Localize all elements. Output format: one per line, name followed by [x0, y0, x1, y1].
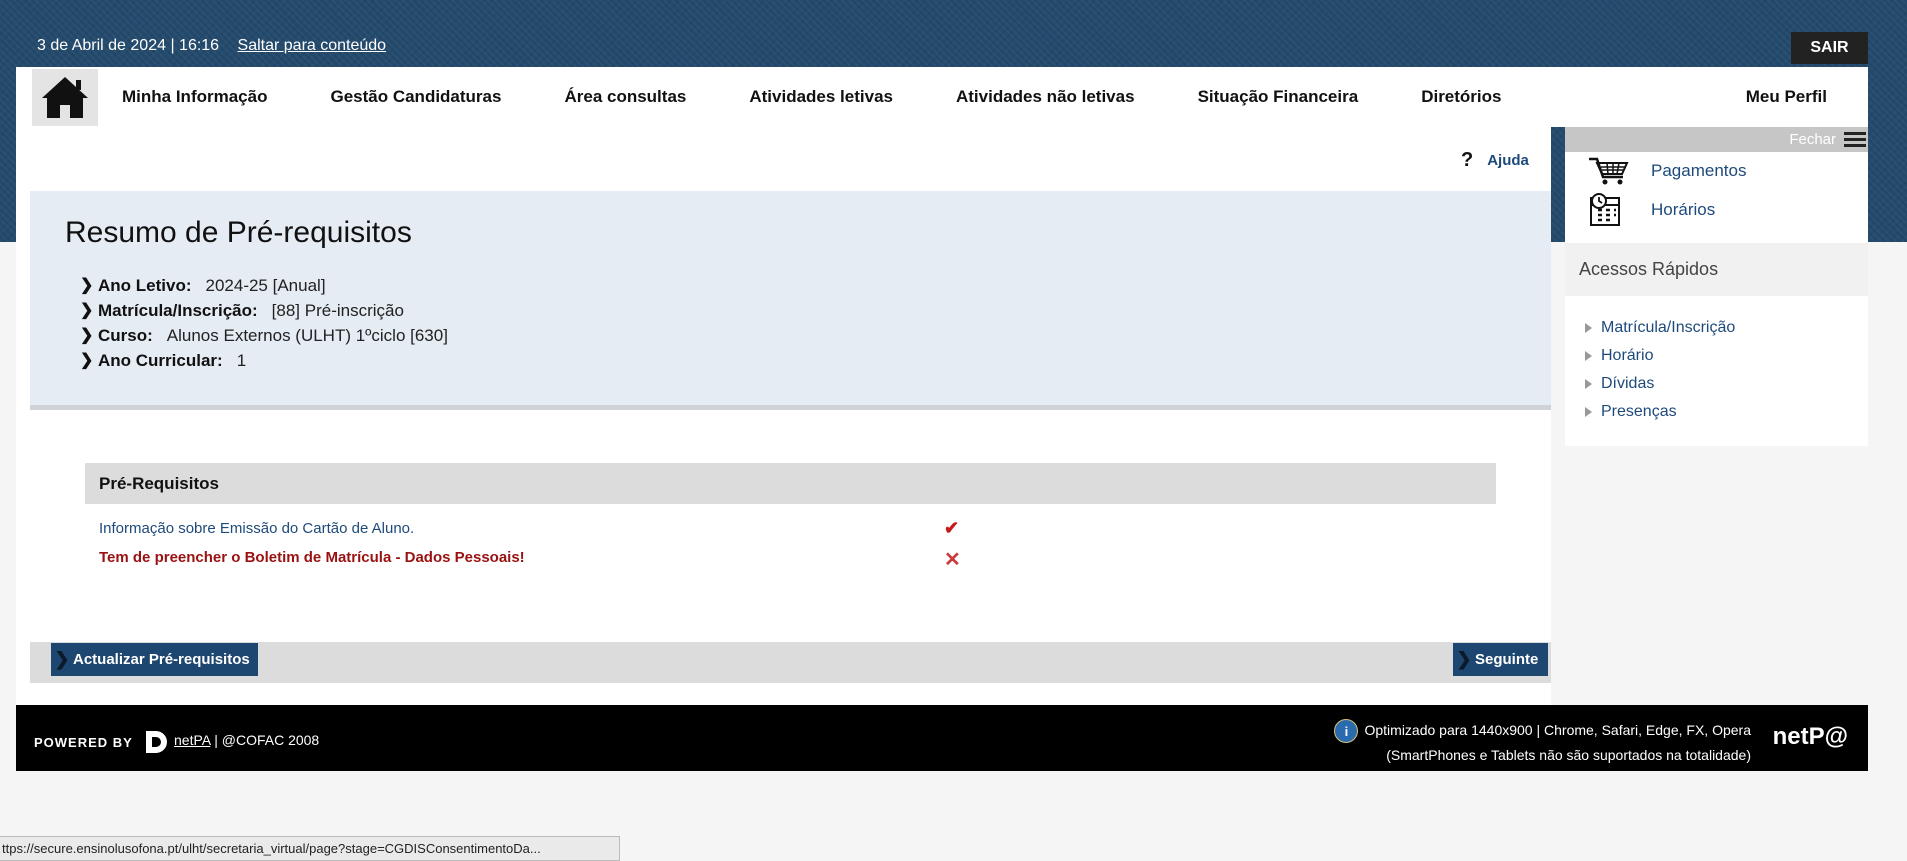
prereq-boletim-matricula[interactable]: Tem de preencher o Boletim de Matrícula …	[99, 549, 525, 566]
help-label: Ajuda	[1487, 152, 1529, 169]
main-nav: Minha Informação Gestão Candidaturas Áre…	[16, 67, 1868, 127]
field-value: [88] Pré-inscrição	[271, 301, 404, 320]
home-button[interactable]	[32, 68, 98, 126]
next-button[interactable]: ❯ Seguinte	[1453, 643, 1548, 676]
side-link-horarios[interactable]: Horários	[1651, 200, 1715, 220]
help-link[interactable]: ? Ajuda	[1461, 149, 1529, 172]
optimized-text: Optimizado para 1440x900 | Chrome, Safar…	[1364, 722, 1751, 738]
summary-fields: ❯ Ano Letivo: 2024-25 [Anual] ❯ Matrícul…	[80, 273, 448, 373]
topbar-info: 3 de Abril de 2024 | 16:16 Saltar para c…	[37, 37, 386, 55]
triangle-right-icon	[1585, 351, 1593, 361]
netpa-logo: netP@	[1772, 723, 1848, 750]
refresh-prereqs-button[interactable]: ❯ Actualizar Pré-requisitos	[51, 643, 258, 676]
field-matricula: ❯ Matrícula/Inscrição: [88] Pré-inscriçã…	[80, 298, 448, 323]
browser-status-url: ttps://secure.ensinolusofona.pt/ulht/sec…	[0, 836, 620, 861]
side-link-pagamentos[interactable]: Pagamentos	[1651, 161, 1746, 181]
field-label: Ano Letivo:	[98, 276, 192, 295]
triangle-right-icon	[1585, 323, 1593, 333]
cart-icon	[1589, 157, 1629, 185]
quick-link-label: Horário	[1601, 347, 1654, 364]
field-ano-letivo: ❯ Ano Letivo: 2024-25 [Anual]	[80, 273, 448, 298]
powered-label: POWERED BY	[34, 734, 133, 750]
field-label: Ano Curricular:	[98, 351, 223, 370]
nav-gestao-candidaturas[interactable]: Gestão Candidaturas	[330, 87, 501, 107]
vendor-logo-icon	[145, 731, 167, 753]
quick-access-title: Acessos Rápidos	[1565, 243, 1868, 296]
field-value: Alunos Externos (ULHT) 1ºciclo [630]	[166, 326, 448, 345]
close-panel-button[interactable]: Fechar	[1565, 127, 1868, 152]
nav-my-profile[interactable]: Meu Perfil	[1746, 87, 1827, 107]
prereq-card-info[interactable]: Informação sobre Emissão do Cartão de Al…	[99, 520, 414, 537]
prereq-heading: Pré-Requisitos	[85, 463, 1496, 504]
chevron-right-icon: ❯	[80, 277, 94, 294]
nav-minha-informacao[interactable]: Minha Informação	[122, 87, 267, 107]
side-shortcuts: Fechar Pagamentos Horários	[1565, 127, 1868, 243]
cross-icon: ✕	[944, 549, 961, 571]
netpa-link[interactable]: netPA	[174, 732, 210, 748]
footer: POWERED BY netPA | @COFAC 2008 i Optimiza…	[16, 705, 1868, 771]
quick-link-horario[interactable]: Horário	[1585, 342, 1735, 370]
chevron-right-icon: ❯	[1456, 649, 1472, 669]
field-label: Matrícula/Inscrição:	[98, 301, 258, 320]
field-value: 2024-25 [Anual]	[205, 276, 326, 295]
mobile-note: (SmartPhones e Tablets não são suportado…	[1386, 747, 1751, 764]
triangle-right-icon	[1585, 379, 1593, 389]
copyright: | @COFAC 2008	[214, 732, 320, 748]
close-label: Fechar	[1789, 131, 1836, 148]
check-icon: ✔	[944, 518, 960, 538]
chevron-right-icon: ❯	[80, 352, 94, 369]
main-content: ? Ajuda Resumo de Pré-requisitos ❯ Ano L…	[16, 127, 1551, 705]
browser-note: i Optimizado para 1440x900 | Chrome, Safa…	[1334, 718, 1751, 768]
nav-area-consultas[interactable]: Área consultas	[564, 87, 686, 107]
chevron-right-icon: ❯	[80, 327, 94, 344]
side-panel: Fechar Pagamentos Horários	[1565, 127, 1868, 243]
nav-atividades-letivas[interactable]: Atividades letivas	[749, 87, 893, 107]
info-icon: i	[1334, 719, 1359, 744]
field-value: 1	[236, 351, 247, 370]
chevron-right-icon: ❯	[80, 302, 94, 319]
field-ano-curricular: ❯ Ano Curricular: 1	[80, 348, 448, 373]
nav-situacao-financeira[interactable]: Situação Financeira	[1198, 87, 1359, 107]
home-icon	[42, 77, 88, 118]
menu-icon	[1844, 132, 1866, 147]
quick-link-presencas[interactable]: Presenças	[1585, 398, 1735, 426]
quick-link-label: Presenças	[1601, 403, 1677, 420]
calendar-clock-icon	[1590, 193, 1620, 226]
nav-atividades-nao-letivas[interactable]: Atividades não letivas	[956, 87, 1135, 107]
powered-by: POWERED BY	[34, 729, 189, 755]
field-label: Curso:	[98, 326, 153, 345]
button-label: Actualizar Pré-requisitos	[73, 651, 250, 668]
field-curso: ❯ Curso: Alunos Externos (ULHT) 1ºciclo …	[80, 323, 448, 348]
quick-access-list: Matrícula/Inscrição Horário Dívidas Pres…	[1565, 296, 1868, 446]
page-title: Resumo de Pré-requisitos	[65, 216, 412, 249]
date-time: 3 de Abril de 2024 | 16:16	[37, 37, 220, 54]
nav-diretorios[interactable]: Diretórios	[1421, 87, 1501, 107]
skip-to-content-link[interactable]: Saltar para conteúdo	[238, 37, 387, 54]
chevron-right-icon: ❯	[54, 649, 70, 669]
footer-links: netPA | @COFAC 2008	[174, 732, 319, 748]
button-label: Seguinte	[1475, 651, 1539, 668]
quick-link-label: Dívidas	[1601, 375, 1655, 392]
question-icon: ?	[1461, 149, 1474, 171]
quick-link-matricula[interactable]: Matrícula/Inscrição	[1585, 314, 1735, 342]
quick-link-label: Matrícula/Inscrição	[1601, 319, 1736, 336]
triangle-right-icon	[1585, 407, 1593, 417]
logout-button[interactable]: SAIR	[1791, 32, 1868, 64]
summary-panel: Resumo de Pré-requisitos ❯ Ano Letivo: 2…	[30, 191, 1551, 410]
quick-link-dividas[interactable]: Dívidas	[1585, 370, 1735, 398]
action-bar: ❯ Actualizar Pré-requisitos ❯ Seguinte	[30, 642, 1551, 683]
